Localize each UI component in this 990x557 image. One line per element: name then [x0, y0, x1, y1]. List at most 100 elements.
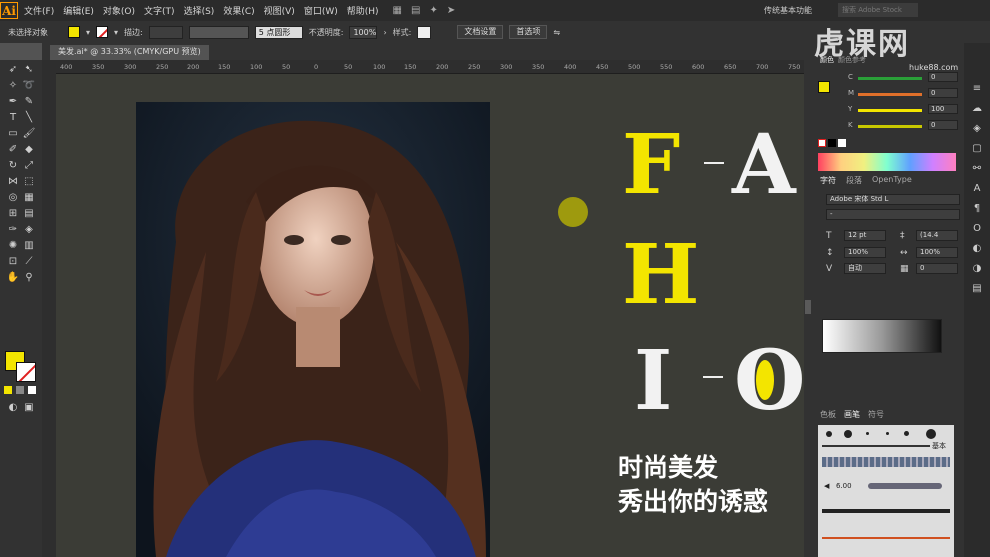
- kerning-field[interactable]: 自动: [844, 263, 886, 274]
- star-icon[interactable]: ✦: [429, 5, 437, 16]
- preferences-button[interactable]: 首选项: [509, 25, 548, 39]
- direct-selection-tool-icon[interactable]: ➷: [22, 64, 36, 76]
- brush-stroke[interactable]: [822, 445, 930, 447]
- brush-dot[interactable]: [926, 429, 936, 439]
- transparency-icon[interactable]: ◐: [971, 243, 983, 255]
- opentype-icon[interactable]: O: [971, 223, 983, 235]
- gradient-preview[interactable]: [822, 319, 942, 353]
- libraries-icon[interactable]: ☁: [971, 103, 983, 115]
- calligraphic-brush[interactable]: [868, 483, 942, 489]
- slider-value[interactable]: 0: [928, 88, 958, 98]
- brush-dot[interactable]: [844, 430, 852, 438]
- slider-value[interactable]: 0: [928, 72, 958, 82]
- hand-tool-icon[interactable]: ✋: [6, 272, 20, 284]
- chevron-down-icon[interactable]: ▾: [114, 28, 118, 37]
- slider-c[interactable]: C 0: [848, 72, 980, 83]
- headline-cn-2[interactable]: 秀出你的诱惑: [618, 482, 768, 518]
- slider-track[interactable]: [858, 125, 922, 128]
- letter-i[interactable]: I: [634, 340, 672, 422]
- brush-dot[interactable]: [886, 432, 889, 435]
- brush-dot[interactable]: [866, 432, 869, 435]
- slider-value[interactable]: 100: [928, 104, 958, 114]
- eyedropper-tool-icon[interactable]: ✑: [6, 224, 20, 236]
- slider-m[interactable]: M 0: [848, 88, 980, 99]
- leading-field[interactable]: (14.4: [916, 230, 958, 241]
- rotate-tool-icon[interactable]: ↻: [6, 160, 20, 172]
- style-swatch[interactable]: [417, 25, 432, 39]
- chevron-down-icon[interactable]: ▾: [86, 28, 90, 37]
- scale-tool-icon[interactable]: ⤢: [22, 160, 36, 172]
- gradient-tool-icon[interactable]: ▤: [22, 208, 36, 220]
- letter-h[interactable]: H: [622, 234, 699, 316]
- symbol-sprayer-tool-icon[interactable]: ✺: [6, 240, 20, 252]
- curvature-tool-icon[interactable]: ✎: [22, 96, 36, 108]
- paintbrush-tool-icon[interactable]: 🖌: [22, 128, 36, 140]
- shaper-tool-icon[interactable]: ✐: [6, 144, 20, 156]
- tab-paragraph[interactable]: 段落: [846, 175, 862, 186]
- menu-object[interactable]: 对象(O): [103, 4, 135, 17]
- screen-mode-icon[interactable]: ▣: [22, 402, 36, 414]
- rectangle-tool-icon[interactable]: ▭: [6, 128, 20, 140]
- document-tab[interactable]: 美发.ai* @ 33.33% (CMYK/GPU 预览): [50, 45, 209, 60]
- letter-f[interactable]: F: [622, 124, 680, 206]
- olive-dot[interactable]: [558, 197, 588, 227]
- letter-a[interactable]: A: [732, 124, 796, 206]
- font-family-field[interactable]: Adobe 宋体 Std L: [826, 194, 960, 205]
- brush-dot[interactable]: [826, 431, 832, 437]
- properties-icon[interactable]: ≡: [971, 83, 983, 95]
- tracking-field[interactable]: 0: [916, 263, 958, 274]
- menu-help[interactable]: 帮助(H): [347, 4, 379, 17]
- perspective-grid-tool-icon[interactable]: ▦: [22, 192, 36, 204]
- artboards-icon[interactable]: ▢: [971, 143, 983, 155]
- slider-k[interactable]: K 0: [848, 120, 980, 131]
- white-swatch[interactable]: [838, 139, 846, 147]
- appearance-icon[interactable]: ◑: [971, 263, 983, 275]
- stock-search-input[interactable]: 搜索 Adobe Stock: [838, 3, 918, 17]
- tab-symbols[interactable]: 符号: [868, 409, 884, 420]
- tab-swatches[interactable]: 色板: [820, 409, 836, 420]
- lasso-tool-icon[interactable]: ➰: [22, 80, 36, 92]
- scrollbar-thumb[interactable]: [805, 300, 811, 314]
- free-transform-tool-icon[interactable]: ⬚: [22, 176, 36, 188]
- variable-width-field[interactable]: [188, 25, 249, 39]
- arrange-docs-icon[interactable]: ⇋: [553, 28, 560, 37]
- black-swatch[interactable]: [828, 139, 836, 147]
- slice-tool-icon[interactable]: ⟋: [22, 256, 36, 268]
- mesh-tool-icon[interactable]: ⊞: [6, 208, 20, 220]
- eraser-tool-icon[interactable]: ◆: [22, 144, 36, 156]
- draw-mode-icon[interactable]: ◐: [6, 402, 20, 414]
- artboard-tool-icon[interactable]: ⊡: [6, 256, 20, 268]
- stroke-swatch[interactable]: [96, 26, 109, 38]
- menu-window[interactable]: 窗口(W): [304, 4, 338, 17]
- art-brush[interactable]: [822, 509, 950, 513]
- horizontal-scale-field[interactable]: 100%: [916, 247, 958, 258]
- paragraph-icon[interactable]: ¶: [971, 203, 983, 215]
- brush-library[interactable]: 基本 ◀ 6.00: [818, 425, 954, 557]
- magic-wand-tool-icon[interactable]: ✧: [6, 80, 20, 92]
- bridge-icon[interactable]: ▦: [393, 5, 402, 16]
- slider-value[interactable]: 0: [928, 120, 958, 130]
- blend-tool-icon[interactable]: ◈: [22, 224, 36, 236]
- vertical-scale-field[interactable]: 100%: [844, 247, 886, 258]
- panel-fill-swatch[interactable]: [818, 81, 830, 93]
- canvas-scrollbar[interactable]: [804, 60, 812, 557]
- tab-brushes[interactable]: 画笔: [844, 409, 860, 420]
- type-tool-icon[interactable]: T: [6, 112, 20, 124]
- color-mode-icon[interactable]: [4, 386, 12, 394]
- workspace-switcher[interactable]: 传统基本功能: [764, 5, 812, 16]
- character-icon[interactable]: A: [971, 183, 983, 195]
- portrait-photo[interactable]: [136, 102, 490, 557]
- stroke-color-box[interactable]: [16, 362, 36, 382]
- dash-1[interactable]: [704, 162, 724, 164]
- opacity-field[interactable]: 100%: [349, 25, 378, 39]
- menu-effect[interactable]: 效果(C): [223, 4, 254, 17]
- brush-select[interactable]: 5 点圆形: [254, 25, 303, 39]
- layers-icon[interactable]: ◈: [971, 123, 983, 135]
- menu-edit[interactable]: 编辑(E): [63, 4, 94, 17]
- artboard-canvas[interactable]: F A H I O 时尚美发 秀出你的诱惑: [56, 74, 808, 557]
- tab-character[interactable]: 字符: [820, 175, 836, 186]
- arrange-icon[interactable]: ▤: [411, 5, 420, 16]
- font-style-field[interactable]: -: [826, 209, 960, 220]
- zoom-tool-icon[interactable]: ⚲: [22, 272, 36, 284]
- chevron-right-icon[interactable]: ›: [383, 28, 386, 37]
